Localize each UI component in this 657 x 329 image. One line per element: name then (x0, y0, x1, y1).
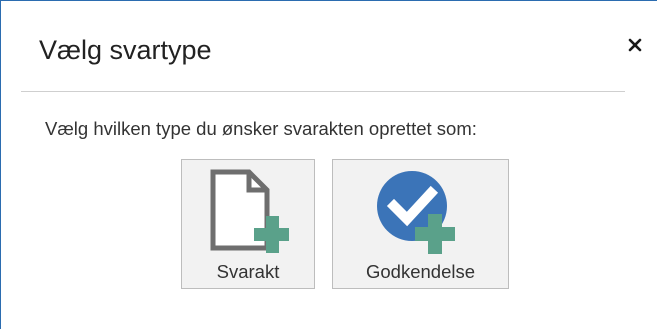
svarakt-label: Svarakt (216, 261, 280, 282)
godkendelse-button[interactable]: Godkendelse (332, 159, 509, 289)
godkendelse-label: Godkendelse (365, 261, 476, 282)
choose-reply-type-dialog: Vælg svartype Vælg hvilken type du ønske… (0, 0, 657, 329)
svarakt-button[interactable]: Svarakt (181, 159, 315, 289)
approval-add-icon (376, 168, 466, 261)
prompt-text: Vælg hvilken type du ønsker svarakten op… (45, 118, 477, 139)
document-add-icon (209, 168, 291, 261)
header-divider (21, 91, 625, 92)
dialog-title: Vælg svartype (39, 35, 212, 65)
close-icon[interactable] (621, 31, 649, 59)
